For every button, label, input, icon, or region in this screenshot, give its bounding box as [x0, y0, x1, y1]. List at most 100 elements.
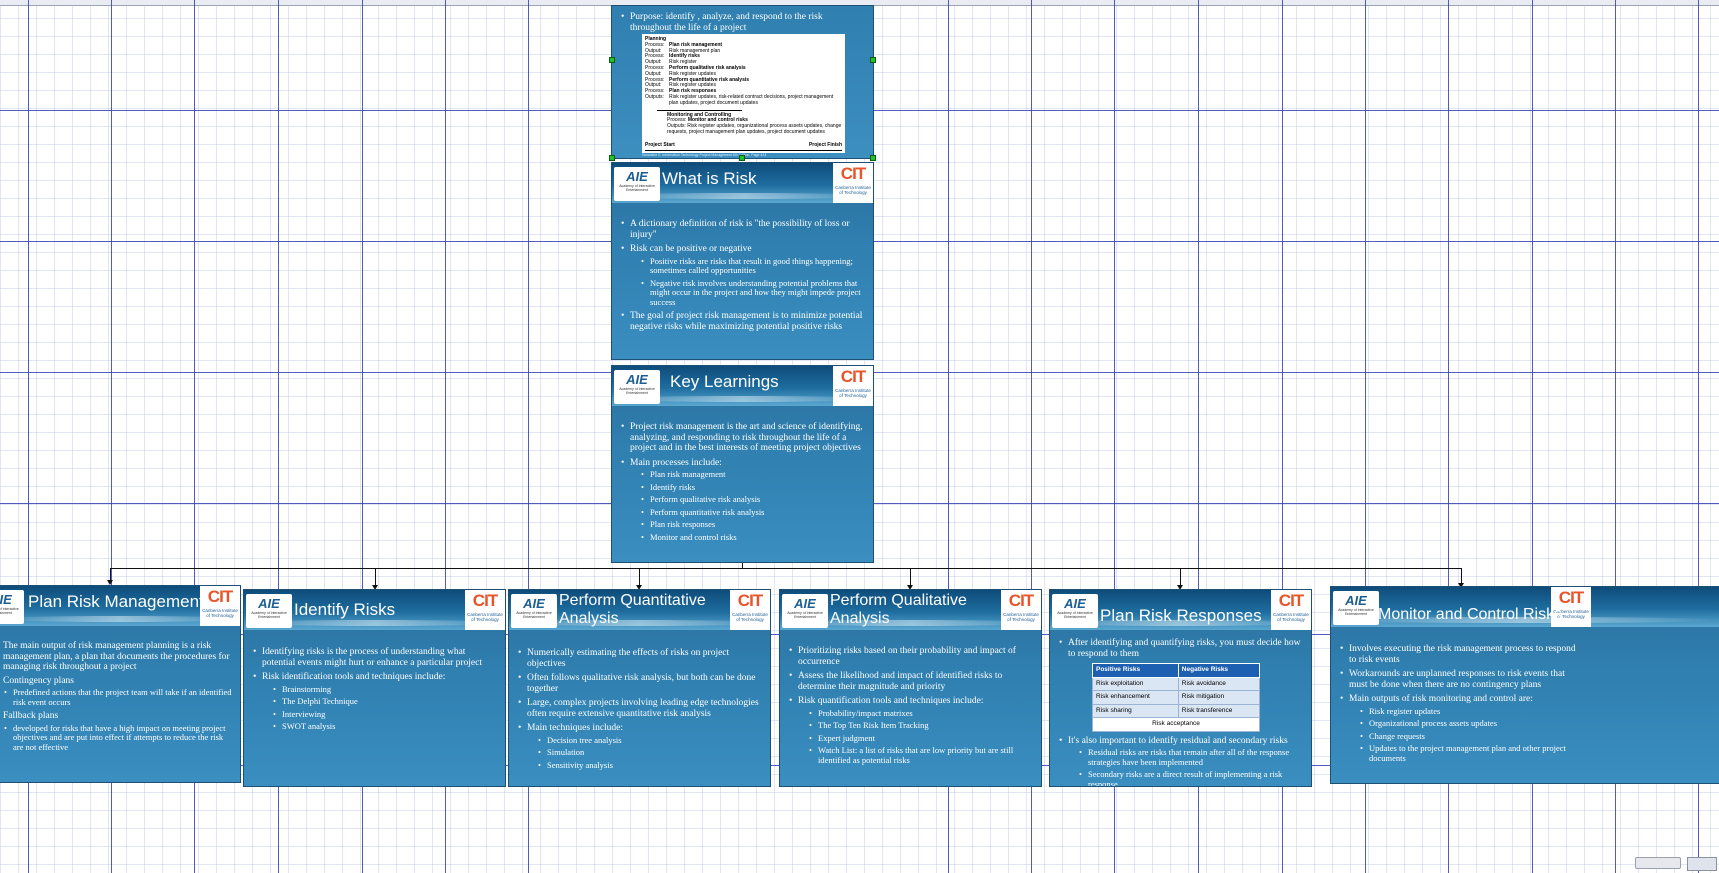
bullet: Main techniques include: Decision tree a… — [517, 723, 762, 770]
card-row-key: Outputs: — [645, 93, 664, 100]
resize-handle[interactable] — [609, 155, 615, 161]
aie-logo: AIEAcademy of Interactive Entertainment — [614, 167, 660, 201]
card-row: Outputs: Risk register updates, risk-rela… — [645, 93, 842, 107]
sub-bullet: Risk register updates — [1349, 706, 1579, 717]
project-start-label: Project Start — [645, 142, 675, 149]
cit-logo: CIT Canberra Institute of Technology — [730, 590, 770, 630]
bullet: Risk can be positive or negative Positiv… — [620, 244, 865, 307]
connector-drop[interactable] — [375, 568, 376, 586]
resize-handle[interactable] — [870, 155, 876, 161]
resize-handle[interactable] — [739, 155, 745, 161]
slide-title: Key Learnings — [670, 372, 779, 391]
sub-bullet: Organizational process assets updates — [1349, 718, 1579, 729]
bullet: Project risk management is the art and s… — [620, 422, 865, 454]
aie-logo: AIEAcademy of Interactive Entertainment — [246, 594, 292, 628]
risk-response-table: Positive Risks Negative Risks Risk exploi… — [1092, 663, 1261, 732]
slide-body: Numerically estimating the effects of ri… — [517, 648, 762, 774]
bullet: The goal of project risk management is t… — [620, 311, 865, 332]
arrow-head — [107, 580, 113, 585]
cit-logo: CIT Canberra Institute of Technology — [465, 590, 505, 630]
aie-logo: AIEAcademy of Interactive Entertainment — [0, 590, 24, 624]
connector-drop[interactable] — [910, 568, 911, 586]
connector-drop[interactable] — [639, 568, 640, 586]
bullet: Numerically estimating the effects of ri… — [517, 648, 762, 669]
slide-title: Plan Risk Responses — [1100, 606, 1262, 625]
sub-bullet: Plan risk responses — [630, 519, 865, 530]
sub-bullet: Probability/impact matrixes — [798, 708, 1033, 719]
aie-logo: AIEAcademy of Interactive Entertainment — [1052, 594, 1098, 628]
bullet: Often follows qualitative risk analysis,… — [517, 673, 762, 694]
bullet: developed for risks that have a high imp… — [3, 723, 232, 753]
cit-logo: CIT Canberra Institute of Technology — [1271, 590, 1311, 630]
sub-bullet: Brainstorming — [262, 684, 497, 695]
sub-bullet: SWOT analysis — [262, 721, 497, 732]
cit-logo: CIT Canberra Institute of Technology — [833, 366, 873, 406]
header-negative: Negative Risks — [1177, 663, 1261, 678]
sub-bullet: Updates to the project management plan a… — [1349, 743, 1579, 763]
slide-body: The main output of risk management plann… — [3, 641, 232, 756]
overview-bullet: • Purpose: identify , analyze, and respon… — [621, 12, 823, 33]
slide-quantitative-analysis[interactable]: AIE Academy of Interactive Entertainment … — [509, 590, 770, 786]
aie-logo: AIEAcademy of Interactive Entertainment — [511, 594, 557, 628]
slide-body: Involves executing the risk management p… — [1339, 644, 1579, 767]
process-diagram-card: Planning Process: Plan risk management Out… — [642, 34, 845, 153]
bullet: Involves executing the risk management p… — [1339, 644, 1579, 665]
aie-logo: AIEAcademy of Interactive Entertainment — [1333, 591, 1379, 625]
sub-bullet: The Top Ten Risk Item Tracking — [798, 720, 1033, 731]
monitoring-block: Monitoring and Controlling Process: Moni… — [645, 112, 842, 136]
sub-bullet: Simulation — [527, 747, 762, 758]
pan-control[interactable] — [1687, 857, 1717, 871]
table-row: Risk sharing Risk transference — [1092, 703, 1261, 718]
sub-bullet: Negative risk involves understanding pot… — [630, 278, 865, 308]
sub-bullet: Residual risks are risks that remain aft… — [1068, 747, 1303, 767]
zoom-control[interactable] — [1635, 857, 1681, 869]
bullet: Assess the likelihood and impact of iden… — [788, 671, 1033, 692]
sub-bullet: Sensitivity analysis — [527, 760, 762, 771]
bullet: A dictionary definition of risk is "the … — [620, 219, 865, 240]
slide-title: Perform Quantitative Analysis — [559, 592, 706, 627]
bullet: Main processes include: Plan risk manage… — [620, 458, 865, 543]
sub-bullet: The Delphi Technique — [262, 696, 497, 707]
diagram-canvas[interactable]: • Purpose: identify , analyze, and respon… — [0, 0, 1719, 873]
cit-logo: CIT Canberra Institute of Technology — [833, 163, 873, 203]
resize-handle[interactable] — [870, 57, 876, 63]
slide-body: A dictionary definition of risk is "the … — [620, 219, 865, 336]
resize-handle[interactable] — [609, 57, 615, 63]
slide-key-learnings[interactable]: AIE Academy of Interactive Entertainment … — [612, 366, 873, 562]
mc-outputs-value: Risk register updates, organizational pr… — [667, 123, 842, 135]
planning-rows: Process: Plan risk management Output: Risk … — [645, 42, 842, 107]
cit-logo: CIT Canberra Institute of Technology — [200, 586, 240, 626]
sub-bullet: Perform qualitative risk analysis — [630, 494, 865, 505]
slide-monitor-control-risks[interactable]: AIE Academy of Interactive Entertainment … — [1331, 587, 1719, 783]
bullet: Prioritizing risks based on their probab… — [788, 646, 1033, 667]
header-positive: Positive Risks — [1092, 663, 1179, 678]
slide-qualitative-analysis[interactable]: AIE Academy of Interactive Entertainment … — [780, 590, 1041, 786]
planning-arrow — [657, 109, 742, 111]
bullet: Identifying risks is the process of unde… — [252, 647, 497, 668]
bullet: It's also important to identify residual… — [1058, 736, 1303, 787]
slide-title: Perform Qualitative Analysis — [830, 592, 967, 627]
connector-drop[interactable] — [1180, 568, 1181, 586]
heading-contingency: Contingency plans — [3, 675, 74, 686]
cit-logo: CIT Canberra Institute of Technology — [1001, 590, 1041, 630]
slide-body: Prioritizing risks based on their probab… — [788, 646, 1033, 769]
slide-identify-risks[interactable]: AIE Academy of Interactive Entertainment … — [244, 590, 505, 786]
connector-drop[interactable] — [1461, 568, 1462, 584]
slide-what-is-risk[interactable]: AIE Academy of Interactive Entertainment … — [612, 163, 873, 359]
sub-bullet: Change requests — [1349, 731, 1579, 742]
sub-bullet: Plan risk management — [630, 469, 865, 480]
sub-bullet: Interviewing — [262, 709, 497, 720]
slide-process-overview[interactable]: • Purpose: identify , analyze, and respon… — [612, 6, 873, 158]
bullet: Risk identification tools and techniques… — [252, 672, 497, 732]
connector-bus[interactable] — [110, 568, 1462, 569]
slide-plan-risk-responses[interactable]: AIE Academy of Interactive Entertainment … — [1050, 590, 1311, 786]
aie-logo: AIEAcademy of Interactive Entertainment — [782, 594, 828, 628]
table-row: Risk exploitation Risk avoidance — [1092, 676, 1261, 691]
table-row: Risk enhancement Risk mitigation — [1092, 690, 1261, 705]
sub-bullet: Positive risks are risks that result in … — [630, 256, 865, 276]
sub-bullet: Expert judgment — [798, 733, 1033, 744]
slide-plan-risk-management[interactable]: AIEAcademy of Interactive Entertainment … — [0, 586, 240, 782]
sub-bullet: Watch List: a list of risks that are low… — [798, 745, 1033, 765]
sub-bullet: Secondary risks are a direct result of i… — [1068, 769, 1303, 786]
table-row: Risk acceptance — [1092, 717, 1260, 732]
